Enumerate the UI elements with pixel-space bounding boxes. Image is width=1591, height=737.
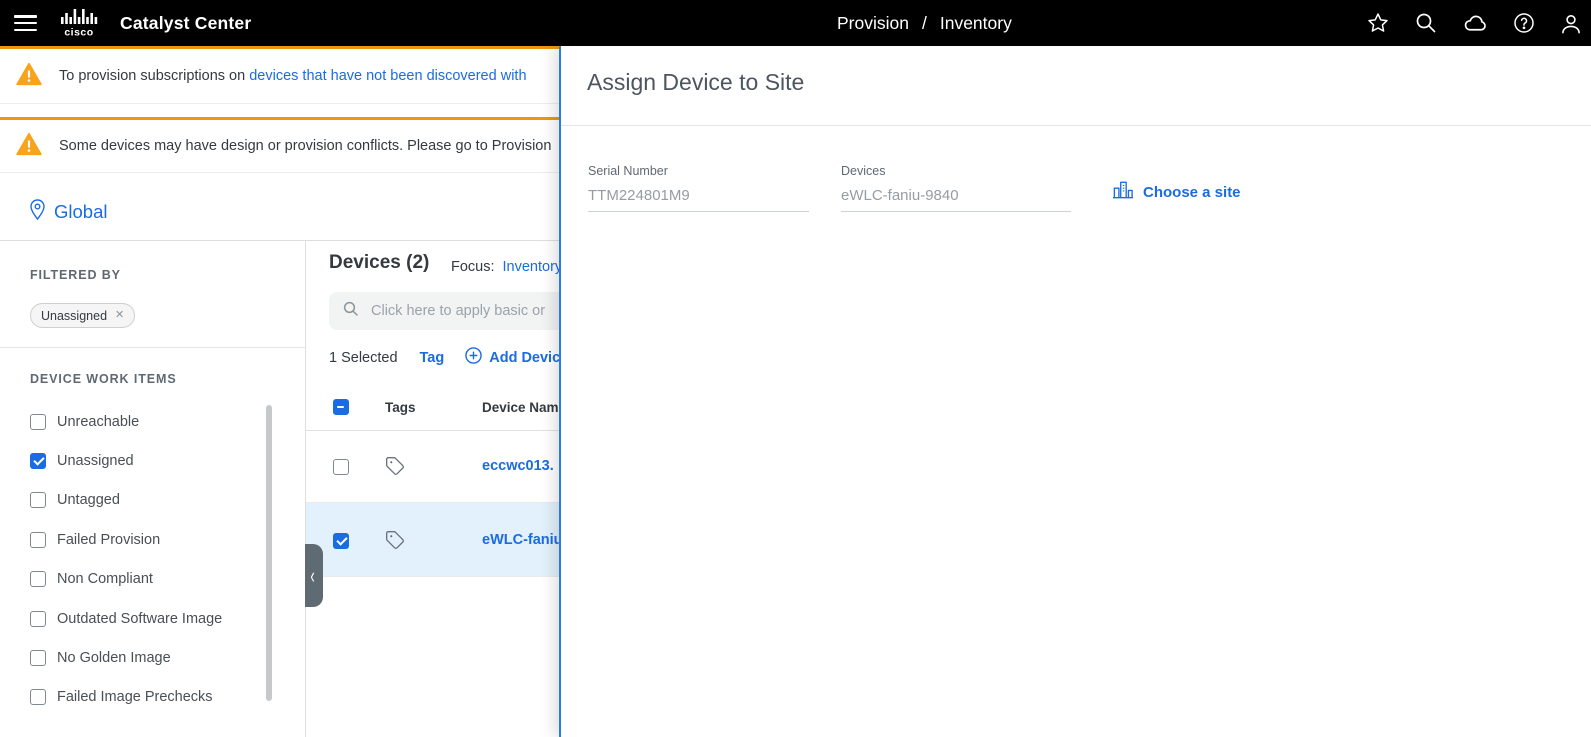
assign-device-to-site-panel: Assign Device to Site Serial Number TTM2… (559, 46, 1591, 737)
work-item-non-compliant: Non Compliant (30, 560, 262, 599)
filter-section-divider (0, 347, 305, 348)
checkbox-failed-image-prechecks[interactable] (30, 689, 46, 705)
devices-field: Devices eWLC-faniu-9840 (841, 164, 1071, 212)
work-item-label: Outdated Software Image (57, 611, 222, 627)
chip-close-icon[interactable]: ✕ (115, 310, 124, 321)
work-item-no-golden-image: No Golden Image (30, 638, 262, 677)
work-item-failed-image-prechecks: Failed Image Prechecks (30, 678, 262, 717)
select-all-checkbox[interactable] (333, 399, 349, 415)
serial-number-label: Serial Number (588, 164, 809, 178)
checkbox-untagged[interactable] (30, 492, 46, 508)
add-device-button[interactable]: Add Device (465, 347, 568, 368)
devices-count-title: Devices (2) (329, 252, 429, 274)
add-device-label: Add Device (489, 350, 568, 366)
devices-label: Devices (841, 164, 1071, 178)
filter-chip-label: Unassigned (41, 309, 107, 323)
device-list-toolbar: 1 Selected Tag Add Device (329, 347, 568, 368)
panel-divider (561, 125, 1591, 126)
banner-message-prefix: To provision subscriptions on (59, 68, 249, 84)
checkbox-no-golden-image[interactable] (30, 650, 46, 666)
selected-count: 1 Selected (329, 350, 398, 366)
devices-value: eWLC-faniu-9840 (841, 187, 1071, 212)
work-item-label: Failed Image Prechecks (57, 689, 213, 705)
choose-a-site-label: Choose a site (1143, 184, 1241, 201)
panel-title: Assign Device to Site (587, 69, 804, 96)
filter-list-scrollbar[interactable] (266, 405, 272, 701)
choose-a-site-button[interactable]: Choose a site (1112, 180, 1241, 204)
user-profile-icon[interactable] (1558, 11, 1582, 35)
filtered-by-heading: FILTERED BY (30, 268, 121, 282)
catalyst-center-app: cisco Catalyst Center Provision / Invent… (0, 0, 1591, 737)
column-header-device-name: Device Name (482, 400, 566, 415)
checkbox-unassigned[interactable] (30, 453, 46, 469)
focus-label: Focus: (451, 259, 495, 275)
top-bar: cisco Catalyst Center Provision / Invent… (0, 0, 1591, 46)
work-item-label: No Golden Image (57, 650, 171, 666)
svg-text:cisco: cisco (64, 27, 93, 39)
serial-number-field: Serial Number TTM224801M9 (588, 164, 809, 212)
breadcrumb-separator: / (922, 13, 927, 34)
work-items-list: Unreachable Unassigned Untagged Failed P… (30, 402, 262, 717)
work-item-label: Untagged (57, 492, 120, 508)
global-label: Global (54, 201, 107, 223)
banner-message: Some devices may have design or provisio… (59, 138, 551, 154)
filter-chip-unassigned[interactable]: Unassigned ✕ (30, 303, 135, 328)
hamburger-menu-icon[interactable] (14, 15, 37, 31)
star-icon[interactable] (1366, 11, 1390, 35)
device-work-items-heading: DEVICE WORK ITEMS (30, 372, 177, 386)
global-site-selector[interactable]: Global (30, 196, 107, 228)
plus-circle-icon (465, 347, 482, 368)
search-icon[interactable] (1414, 11, 1438, 35)
row-checkbox[interactable] (333, 459, 349, 475)
focus-selector: Focus: Inventory (451, 259, 562, 275)
work-item-unassigned: Unassigned (30, 441, 262, 480)
device-name-link[interactable]: eccwc013. (482, 458, 554, 474)
checkbox-unreachable[interactable] (30, 414, 46, 430)
checkbox-failed-provision[interactable] (30, 532, 46, 548)
location-pin-icon (30, 199, 45, 225)
serial-number-value: TTM224801M9 (588, 187, 809, 212)
work-item-label: Unreachable (57, 414, 139, 430)
chevron-left-icon: ‹ (310, 563, 314, 589)
cloud-icon[interactable] (1463, 11, 1487, 35)
breadcrumb-provision[interactable]: Provision (837, 13, 909, 34)
cisco-logo-icon: cisco (57, 7, 101, 43)
work-item-unreachable: Unreachable (30, 402, 262, 441)
collapse-panel-handle[interactable]: ‹ (305, 544, 323, 607)
breadcrumb-inventory[interactable]: Inventory (940, 13, 1012, 34)
work-item-failed-provision: Failed Provision (30, 520, 262, 559)
banner-message: To provision subscriptions on devices th… (59, 68, 527, 84)
app-title: Catalyst Center (120, 0, 251, 46)
tag-icon (385, 456, 405, 481)
warning-triangle-icon (16, 62, 42, 90)
work-item-untagged: Untagged (30, 481, 262, 520)
warning-triangle-icon (16, 132, 42, 160)
work-item-label: Non Compliant (57, 571, 153, 587)
tag-action-button[interactable]: Tag (420, 350, 445, 366)
banner-devices-link[interactable]: devices that have not been discovered wi… (249, 68, 526, 84)
work-item-outdated-software: Outdated Software Image (30, 599, 262, 638)
row-checkbox[interactable] (333, 533, 349, 549)
search-icon (342, 300, 360, 323)
tag-icon (385, 530, 405, 555)
focus-value-link[interactable]: Inventory (503, 259, 563, 275)
breadcrumb: Provision / Inventory (837, 0, 1012, 46)
checkbox-non-compliant[interactable] (30, 571, 46, 587)
column-header-tags: Tags (385, 400, 416, 415)
checkbox-outdated-software[interactable] (30, 611, 46, 627)
work-item-label: Failed Provision (57, 532, 160, 548)
work-item-label: Unassigned (57, 453, 134, 469)
buildings-icon (1112, 180, 1134, 204)
help-icon[interactable] (1512, 11, 1536, 35)
